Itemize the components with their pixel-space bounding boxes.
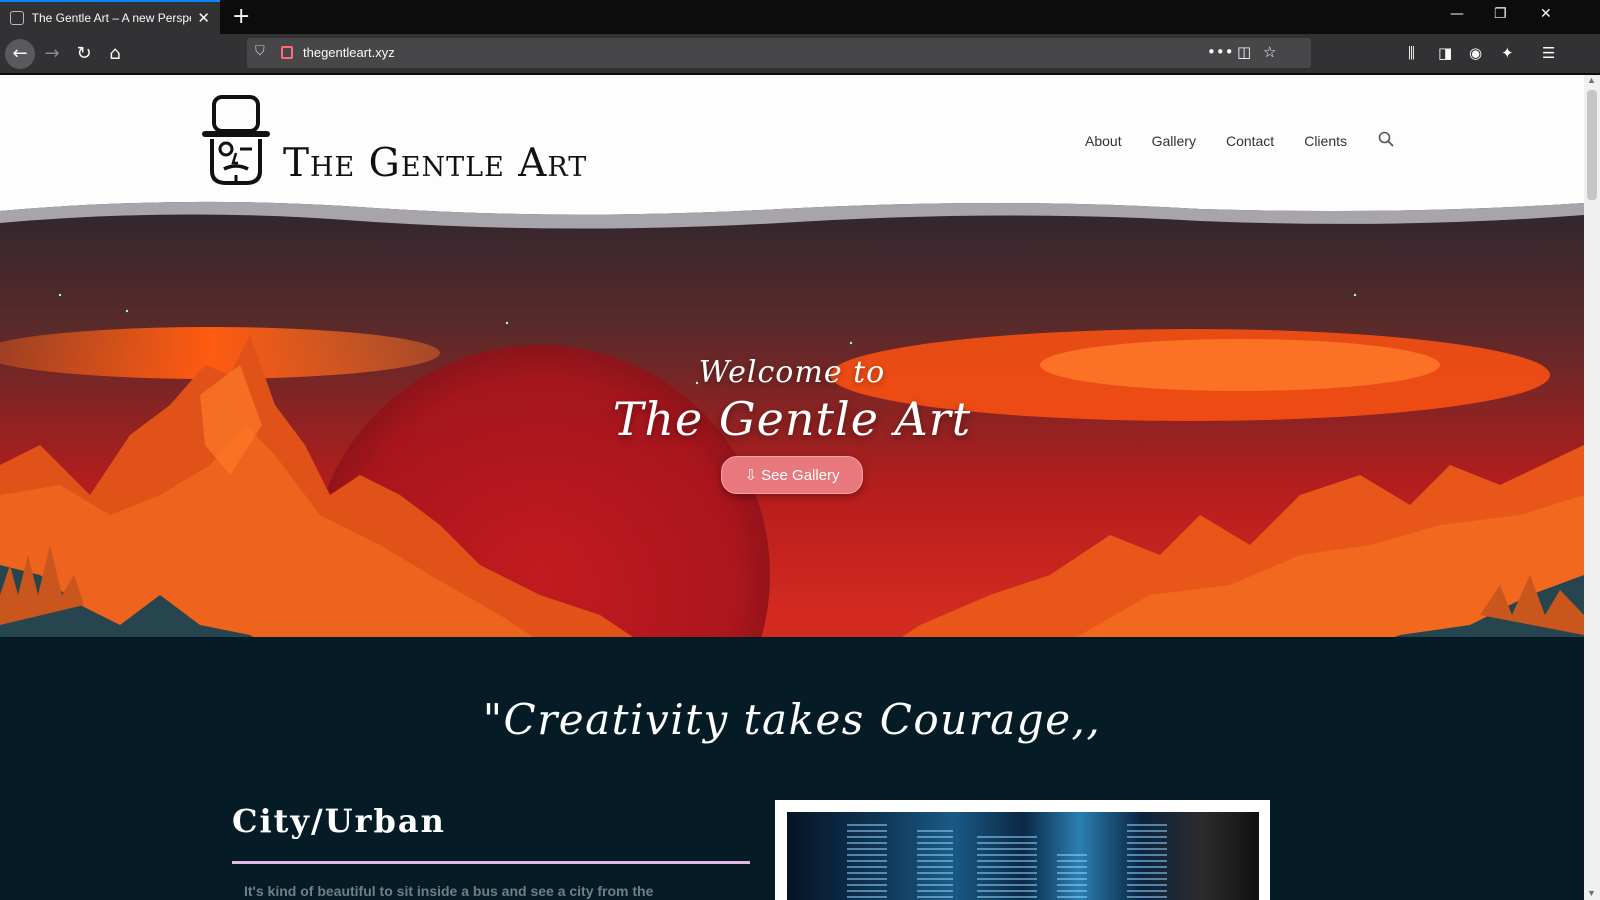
main-navigation: About Gallery Contact Clients: [1085, 133, 1347, 149]
see-gallery-button[interactable]: ⇩ See Gallery: [721, 456, 863, 494]
window-close-button[interactable]: ✕: [1540, 6, 1552, 22]
category-title: City/Urban: [232, 802, 446, 840]
home-icon[interactable]: ⌂: [101, 40, 129, 68]
quote-text: "Creativity takes Courage,,: [482, 695, 1102, 744]
url-text[interactable]: thegentleart.xyz: [303, 45, 395, 60]
category-divider: [232, 861, 750, 864]
extension-icon[interactable]: ✦: [1501, 44, 1514, 62]
address-bar[interactable]: ⛉ thegentleart.xyz ••• ◫ ☆: [247, 38, 1311, 68]
tab-active[interactable]: The Gentle Art – A new Perspec ✕: [0, 0, 220, 34]
nav-contact[interactable]: Contact: [1226, 133, 1274, 149]
site-favicon-icon: [10, 11, 24, 25]
scroll-down-icon[interactable]: ▼: [1587, 888, 1596, 898]
search-icon[interactable]: [1378, 131, 1394, 147]
pocket-icon[interactable]: ◫: [1237, 43, 1251, 61]
nav-clients[interactable]: Clients: [1304, 133, 1347, 149]
browser-toolbar: ← → ↻ ⌂ ⛉ thegentleart.xyz ••• ◫ ☆ ⫼ ◨ ◉…: [0, 34, 1600, 74]
page-actions-icon[interactable]: •••: [1207, 43, 1234, 61]
forward-arrow-icon[interactable]: →: [38, 40, 66, 68]
site-logo-text[interactable]: The Gentle Art: [283, 141, 587, 186]
hero-welcome-text: Welcome to: [698, 355, 886, 390]
account-icon[interactable]: ◉: [1469, 44, 1482, 62]
city-photo[interactable]: [787, 812, 1259, 900]
gentleman-logo-icon[interactable]: [200, 95, 272, 187]
library-icon[interactable]: ⫼: [1408, 44, 1415, 62]
bookmark-star-icon[interactable]: ☆: [1263, 43, 1276, 61]
restore-button[interactable]: ❐: [1494, 6, 1507, 22]
menu-hamburger-icon[interactable]: ☰: [1542, 44, 1555, 62]
hero-title: The Gentle Art: [612, 392, 972, 446]
tab-bar: The Gentle Art – A new Perspec ✕ + — ❐ ✕: [0, 0, 1600, 34]
insecure-lock-icon[interactable]: [281, 46, 293, 59]
reload-icon[interactable]: ↻: [70, 40, 98, 68]
hero-text-block: Welcome to The Gentle Art ⇩ See Gallery: [0, 355, 1584, 494]
minimize-button[interactable]: —: [1450, 6, 1464, 22]
site-header: The Gentle Art About Gallery Contact Cli…: [0, 89, 1584, 199]
category-description: It's kind of beautiful to sit inside a b…: [244, 883, 654, 899]
new-tab-button[interactable]: +: [232, 4, 250, 29]
tab-title: The Gentle Art – A new Perspec: [31, 11, 192, 25]
sidebar-icon[interactable]: ◨: [1438, 44, 1452, 62]
nav-gallery[interactable]: Gallery: [1152, 133, 1196, 149]
scrollbar-thumb[interactable]: [1587, 90, 1597, 200]
page-scrollbar[interactable]: ▲ ▼: [1584, 75, 1600, 900]
city-photo-frame[interactable]: [775, 800, 1270, 900]
scroll-up-icon[interactable]: ▲: [1587, 75, 1596, 85]
back-arrow-icon[interactable]: ←: [5, 39, 35, 69]
nav-about[interactable]: About: [1085, 133, 1122, 149]
tracking-shield-icon[interactable]: ⛉: [255, 44, 265, 59]
tab-close-icon[interactable]: ✕: [197, 9, 210, 27]
